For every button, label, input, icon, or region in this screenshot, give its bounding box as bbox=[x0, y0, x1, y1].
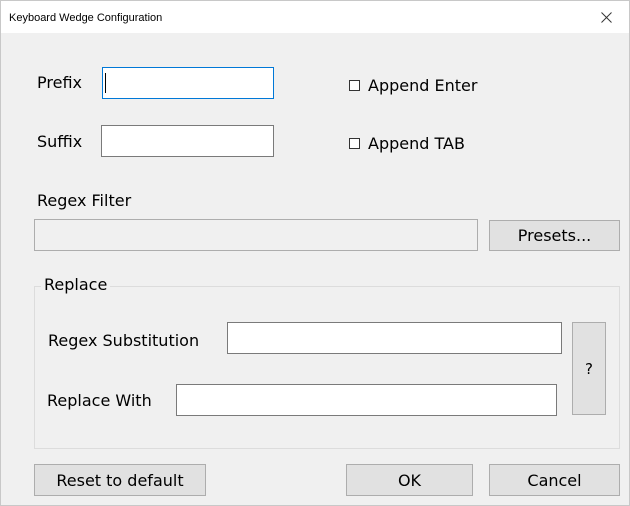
append-tab-label: Append TAB bbox=[368, 134, 465, 153]
prefix-input[interactable] bbox=[102, 67, 274, 99]
text-caret bbox=[105, 73, 106, 93]
append-enter-checkbox-box[interactable] bbox=[349, 80, 360, 91]
replace-with-input[interactable] bbox=[176, 384, 557, 416]
replace-groupbox bbox=[34, 286, 620, 449]
ok-button[interactable]: OK bbox=[346, 464, 473, 496]
prefix-label: Prefix bbox=[37, 73, 82, 92]
cancel-button[interactable]: Cancel bbox=[489, 464, 620, 496]
regex-filter-label: Regex Filter bbox=[37, 191, 132, 210]
regex-help-button[interactable]: ? bbox=[572, 322, 606, 415]
suffix-label: Suffix bbox=[37, 132, 83, 151]
regex-filter-input[interactable] bbox=[34, 219, 478, 251]
title-bar: Keyboard Wedge Configuration bbox=[1, 1, 629, 33]
regex-substitution-input[interactable] bbox=[227, 322, 562, 354]
window-title: Keyboard Wedge Configuration bbox=[9, 12, 163, 24]
append-tab-checkbox-box[interactable] bbox=[349, 138, 360, 149]
presets-button[interactable]: Presets... bbox=[489, 220, 620, 251]
replace-with-label: Replace With bbox=[47, 391, 152, 410]
close-button[interactable] bbox=[583, 1, 629, 33]
append-enter-label: Append Enter bbox=[368, 76, 478, 95]
append-enter-checkbox[interactable]: Append Enter bbox=[349, 76, 477, 95]
append-tab-checkbox[interactable]: Append TAB bbox=[349, 134, 465, 153]
dialog-window: Keyboard Wedge Configuration Prefix Appe… bbox=[0, 0, 630, 506]
replace-group-label: Replace bbox=[41, 275, 111, 295]
suffix-input[interactable] bbox=[101, 125, 274, 157]
regex-substitution-label: Regex Substitution bbox=[48, 331, 200, 350]
reset-to-default-button[interactable]: Reset to default bbox=[34, 464, 206, 496]
close-icon bbox=[600, 11, 612, 23]
